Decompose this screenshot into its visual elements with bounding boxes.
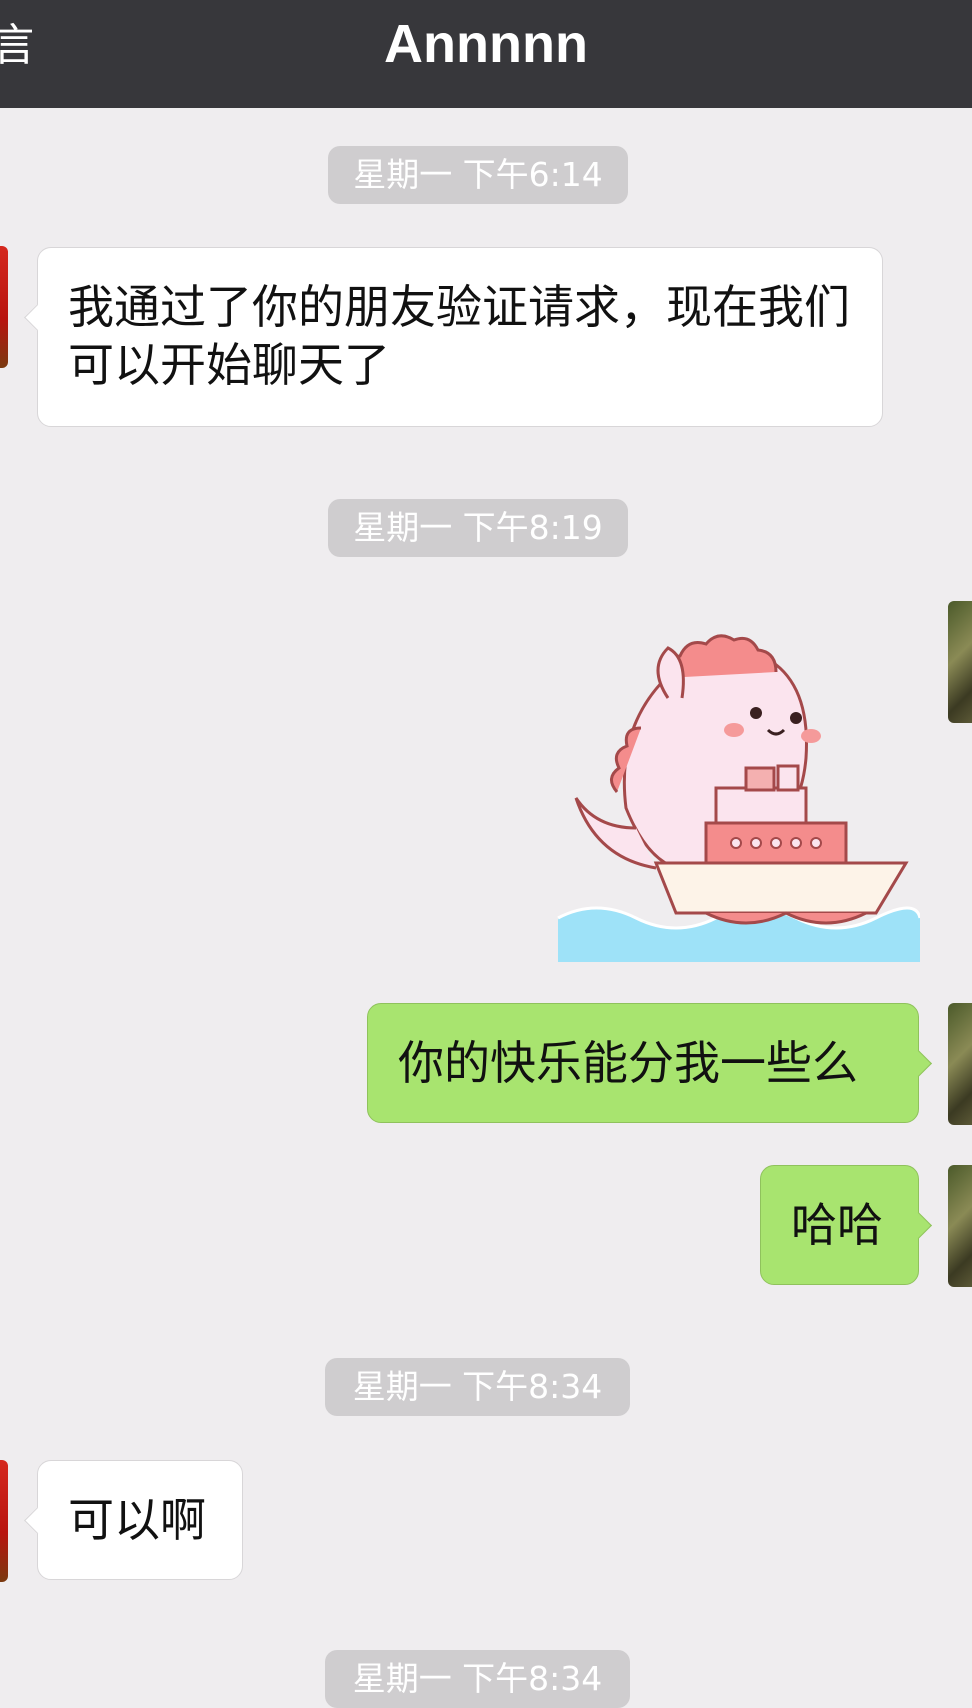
message-text: 你的快乐能分我一些么 [398,1036,858,1090]
bubble-tail [24,304,51,331]
timestamp-chip: 星期一 下午8:34 [325,1650,630,1708]
chat-header: 言 Annnnn [0,0,972,108]
incoming-message-bubble[interactable]: 我通过了你的朋友验证请求，现在我们可以开始聊天了 [24,247,883,427]
outgoing-message-bubble[interactable]: 哈哈 [760,1165,932,1285]
contact-avatar[interactable] [0,246,8,368]
my-avatar[interactable] [948,1003,972,1125]
outgoing-message-bubble[interactable]: 你的快乐能分我一些么 [367,1003,932,1123]
contact-avatar[interactable] [0,1460,8,1582]
bubble-tail [905,1212,932,1239]
timestamp-chip: 星期一 下午8:19 [328,499,628,557]
bubble-tail [905,1050,932,1077]
timestamp-chip: 星期一 下午6:14 [328,146,628,204]
timestamp-chip: 星期一 下午8:34 [325,1358,630,1416]
message-text: 哈哈 [791,1198,883,1252]
my-avatar[interactable] [948,1165,972,1287]
message-text: 可以啊 [68,1493,206,1547]
message-text: 我通过了你的朋友验证请求，现在我们可以开始聊天了 [68,280,850,392]
bubble-tail [24,1507,51,1534]
chat-title: Annnnn [384,14,588,74]
pink-dinosaur-on-boat-sticker[interactable] [556,618,920,962]
my-avatar[interactable] [948,601,972,723]
incoming-message-bubble[interactable]: 可以啊 [24,1460,243,1580]
